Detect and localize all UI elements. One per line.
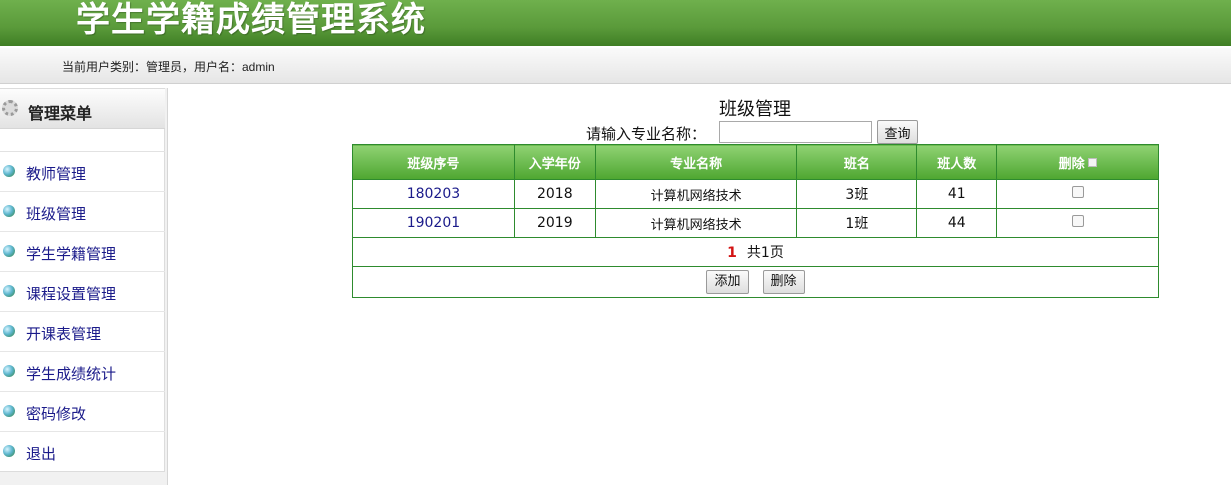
column-header-count: 班人数 xyxy=(916,144,998,180)
class-id-link[interactable]: 190201 xyxy=(407,215,460,231)
bullet-icon xyxy=(3,365,15,377)
sidebar-item-label[interactable]: 课程设置管理 xyxy=(26,283,116,304)
select-all-checkbox[interactable] xyxy=(1087,157,1097,167)
sidebar-item-logout[interactable]: 退出 xyxy=(0,432,165,472)
pager-total: 共1页 xyxy=(746,245,784,261)
column-header-class-id: 班级序号 xyxy=(352,144,515,180)
sidebar-item-password[interactable]: 密码修改 xyxy=(0,392,165,432)
menu-spacer xyxy=(0,130,165,152)
cell-year: 2018 xyxy=(513,179,596,209)
sidebar-item-label[interactable]: 开课表管理 xyxy=(26,323,101,344)
column-header-delete: 删除 xyxy=(996,144,1159,180)
table-row: 180203 2018 计算机网络技术 3班 41 xyxy=(352,179,1159,209)
sidebar-item-course[interactable]: 课程设置管理 xyxy=(0,272,165,312)
sidebar-item-class[interactable]: 班级管理 xyxy=(0,192,165,232)
menu-header: 管理菜单 xyxy=(0,89,165,129)
sidebar-item-student-status[interactable]: 学生学籍管理 xyxy=(0,232,165,272)
bullet-icon xyxy=(3,325,15,337)
user-info-bar: 当前用户类别：管理员，用户名：admin xyxy=(0,48,1231,84)
sidebar-item-label[interactable]: 教师管理 xyxy=(26,163,86,184)
cell-class-id[interactable]: 180203 xyxy=(352,179,515,209)
sidebar: 管理菜单 教师管理 班级管理 学生学籍管理 课程设置管理 开课表管理 学生成绩统… xyxy=(0,88,168,485)
bullet-icon xyxy=(3,205,15,217)
add-button[interactable]: 添加 xyxy=(706,270,749,294)
pager-current-page[interactable]: 1 xyxy=(727,245,737,261)
cell-delete xyxy=(996,208,1159,238)
app-title: 学生学籍成绩管理系统 xyxy=(76,0,426,40)
table-row: 190201 2019 计算机网络技术 1班 44 xyxy=(352,208,1159,238)
delete-button[interactable]: 删除 xyxy=(762,270,805,294)
app-header: 学生学籍成绩管理系统 xyxy=(0,0,1231,46)
cell-count: 44 xyxy=(916,208,998,238)
cell-major: 计算机网络技术 xyxy=(594,208,798,238)
current-user-text: 当前用户类别：管理员，用户名：admin xyxy=(62,60,275,74)
cell-count: 41 xyxy=(916,179,998,209)
pager: 1 共1页 xyxy=(352,237,1159,267)
actions-cell: 添加 删除 xyxy=(352,266,1159,298)
sidebar-item-label[interactable]: 退出 xyxy=(26,443,56,464)
sidebar-panel: 管理菜单 教师管理 班级管理 学生学籍管理 课程设置管理 开课表管理 学生成绩统… xyxy=(0,88,165,472)
row-delete-checkbox[interactable] xyxy=(1071,215,1084,227)
row-delete-checkbox[interactable] xyxy=(1071,186,1084,198)
cell-delete xyxy=(996,179,1159,209)
cell-year: 2019 xyxy=(513,208,596,238)
sidebar-item-label[interactable]: 学生成绩统计 xyxy=(26,363,116,384)
cell-class-id[interactable]: 190201 xyxy=(352,208,515,238)
column-header-major: 专业名称 xyxy=(595,144,798,180)
search-button[interactable]: 查询 xyxy=(877,120,918,144)
cell-class-name: 1班 xyxy=(796,208,918,238)
gear-icon xyxy=(2,100,18,116)
sidebar-item-teacher[interactable]: 教师管理 xyxy=(0,152,165,192)
bullet-icon xyxy=(3,165,15,177)
menu-title: 管理菜单 xyxy=(28,104,93,123)
cell-major: 计算机网络技术 xyxy=(594,179,798,209)
sidebar-item-grades[interactable]: 学生成绩统计 xyxy=(0,352,165,392)
class-id-link[interactable]: 180203 xyxy=(407,186,460,202)
bullet-icon xyxy=(3,245,15,257)
table-header-row: 班级序号 入学年份 专业名称 班名 班人数 删除 xyxy=(352,144,1159,180)
sidebar-item-schedule[interactable]: 开课表管理 xyxy=(0,312,165,352)
page-title: 班级管理 xyxy=(719,99,791,120)
bullet-icon xyxy=(3,405,15,417)
actions-row: 添加 删除 xyxy=(352,266,1159,298)
sidebar-item-label[interactable]: 班级管理 xyxy=(26,203,86,224)
bullet-icon xyxy=(3,445,15,457)
sidebar-item-label[interactable]: 密码修改 xyxy=(26,403,86,424)
pager-row: 1 共1页 xyxy=(352,237,1159,267)
search-label: 请输入专业名称： xyxy=(586,125,707,143)
column-header-year: 入学年份 xyxy=(514,144,596,180)
column-header-delete-label: 删除 xyxy=(1058,156,1085,172)
sidebar-item-label[interactable]: 学生学籍管理 xyxy=(26,243,116,264)
column-header-class-name: 班名 xyxy=(796,144,918,180)
class-table: 班级序号 入学年份 专业名称 班名 班人数 删除 180203 2018 计算机… xyxy=(352,144,1159,298)
major-search-input[interactable] xyxy=(719,121,872,143)
bullet-icon xyxy=(3,285,15,297)
cell-class-name: 3班 xyxy=(796,179,918,209)
